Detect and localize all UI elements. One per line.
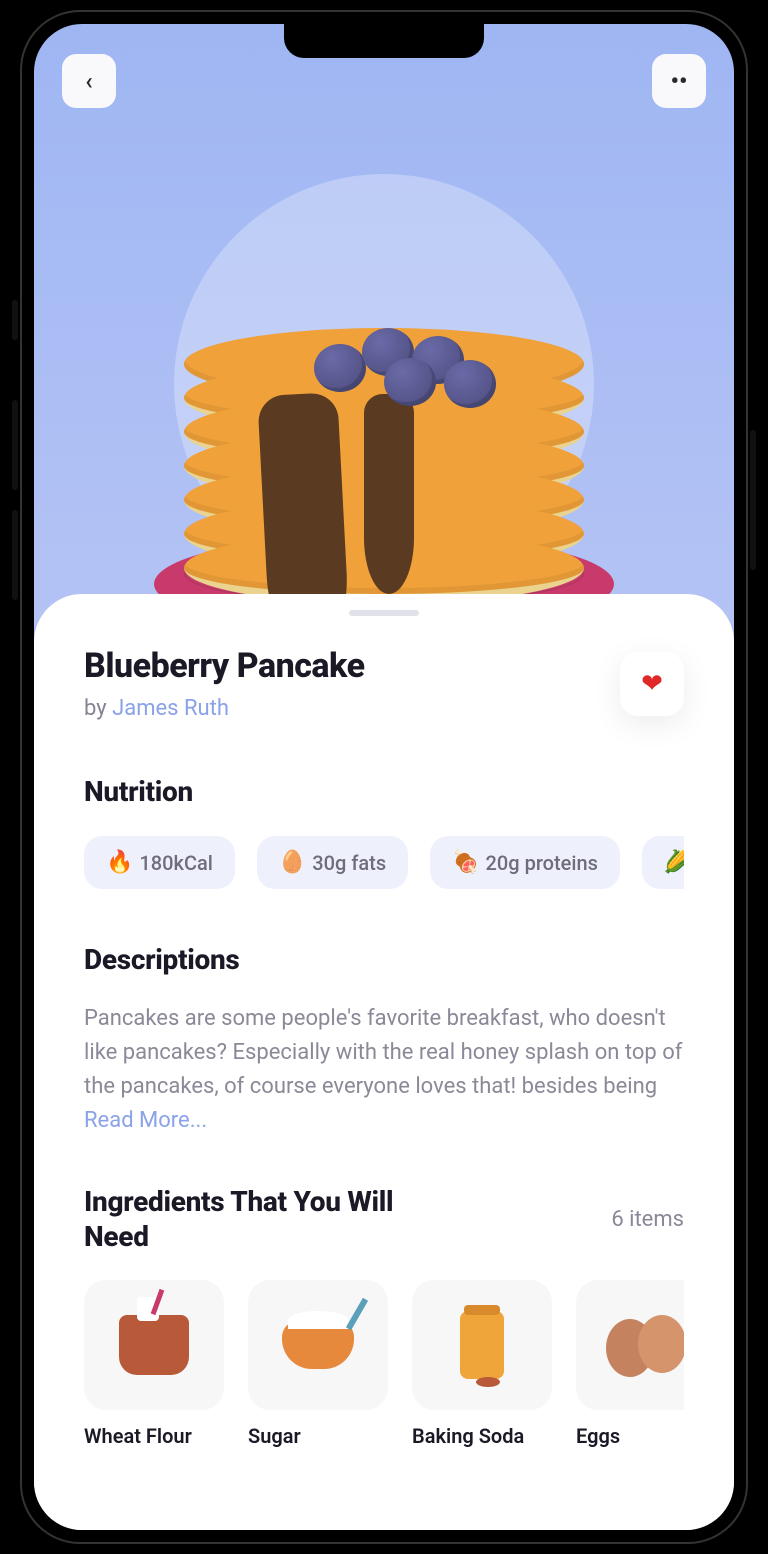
silence-switch <box>12 300 18 340</box>
description-text: Pancakes are some people's favorite brea… <box>84 1006 682 1099</box>
section-descriptions: Descriptions <box>84 943 684 976</box>
hero-illustration <box>34 174 734 594</box>
more-button[interactable]: •• <box>652 54 706 108</box>
meat-icon: 🍖 <box>452 850 479 875</box>
notch <box>284 24 484 58</box>
favorite-button[interactable]: ❤ <box>620 652 684 716</box>
ingredient-label: Wheat Flour <box>84 1424 224 1448</box>
section-nutrition: Nutrition <box>84 775 684 808</box>
nutrition-row[interactable]: 🔥 180kCal 🥚 30g fats 🍖 20g proteins 🌽 50 <box>84 836 684 889</box>
heart-icon: ❤ <box>641 669 663 699</box>
nutrition-chip-calories: 🔥 180kCal <box>84 836 235 889</box>
back-button[interactable]: ‹ <box>62 54 116 108</box>
nutrition-chip-proteins: 🍖 20g proteins <box>430 836 620 889</box>
ingredient-item[interactable]: Wheat Flour <box>84 1280 224 1448</box>
read-more-link[interactable]: Read More... <box>84 1108 207 1133</box>
volume-up-button <box>12 400 18 490</box>
power-button <box>750 430 756 570</box>
ingredient-item[interactable]: Eggs <box>576 1280 684 1448</box>
chip-label: 20g proteins <box>486 851 598 875</box>
recipe-title: Blueberry Pancake <box>84 646 365 686</box>
corn-icon: 🌽 <box>664 850 684 875</box>
recipe-author: by James Ruth <box>84 696 365 721</box>
fire-icon: 🔥 <box>106 850 133 875</box>
nutrition-chip-more: 🌽 50 <box>642 836 684 889</box>
ingredient-item[interactable]: Baking Soda <box>412 1280 552 1448</box>
ingredient-count: 6 items <box>611 1207 684 1232</box>
eggs-icon <box>606 1315 684 1375</box>
ingredient-label: Baking Soda <box>412 1424 552 1448</box>
egg-icon: 🥚 <box>279 850 306 875</box>
flour-icon <box>119 1315 189 1375</box>
by-label: by <box>84 696 112 721</box>
recipe-description: Pancakes are some people's favorite brea… <box>84 1002 684 1138</box>
author-link[interactable]: James Ruth <box>112 696 229 721</box>
phone-frame: ‹ •• <box>20 10 748 1544</box>
volume-down-button <box>12 510 18 600</box>
section-ingredients: Ingredients That You Will Need <box>84 1184 404 1254</box>
ingredient-item[interactable]: Sugar <box>248 1280 388 1448</box>
ingredient-label: Eggs <box>576 1424 684 1448</box>
chevron-left-icon: ‹ <box>85 67 92 95</box>
app-screen: ‹ •• <box>34 24 734 1530</box>
more-icon: •• <box>670 67 687 95</box>
baking-soda-icon <box>460 1311 504 1379</box>
sugar-icon <box>282 1321 354 1369</box>
topbar: ‹ •• <box>34 54 734 108</box>
sheet-grabber[interactable] <box>349 610 419 616</box>
chip-label: 180kCal <box>139 851 212 875</box>
nutrition-chip-fats: 🥚 30g fats <box>257 836 408 889</box>
chip-label: 30g fats <box>312 851 386 875</box>
content-sheet[interactable]: Blueberry Pancake by James Ruth ❤ Nutrit… <box>34 594 734 1530</box>
ingredient-label: Sugar <box>248 1424 388 1448</box>
ingredients-row[interactable]: Wheat Flour Sugar Baking Soda Eggs <box>84 1280 684 1448</box>
